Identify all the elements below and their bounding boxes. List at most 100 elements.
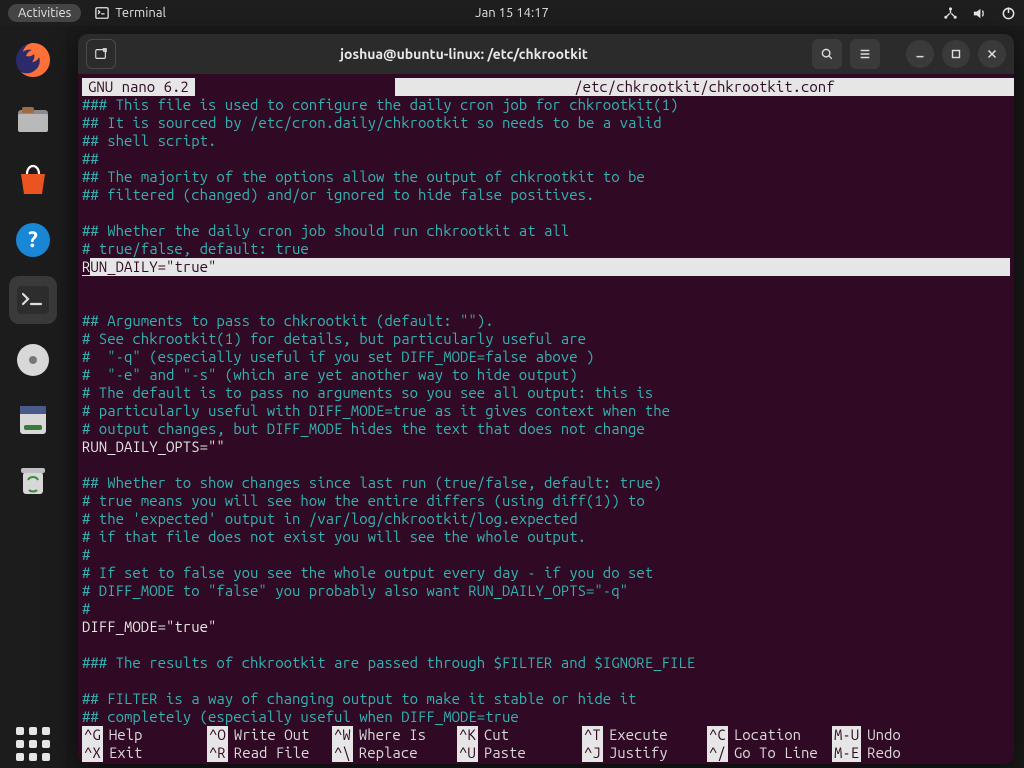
nano-line	[82, 636, 90, 653]
nano-shortcut: ^K Cut	[457, 726, 582, 744]
nano-line: ## shell script.	[82, 132, 216, 149]
dock-disks-util[interactable]	[9, 396, 57, 444]
dock-trash[interactable]	[9, 456, 57, 504]
app-indicator[interactable]: Terminal	[95, 6, 166, 20]
nano-shortcut: M-E Redo	[832, 744, 918, 762]
nano-line: ## It is sourced by /etc/cron.daily/chkr…	[82, 114, 662, 131]
close-button[interactable]	[978, 40, 1006, 68]
dock-software[interactable]	[9, 156, 57, 204]
show-applications[interactable]	[9, 720, 57, 768]
nano-line: # "-e" and "-s" (which are yet another w…	[82, 366, 578, 383]
nano-shortcut-key: ^W	[332, 726, 353, 744]
maximize-icon	[949, 47, 963, 61]
nano-shortcut: ^R Read File	[207, 744, 332, 762]
nano-shortcut-label: Redo	[867, 744, 901, 762]
nano-shortcut-label: Replace	[359, 744, 418, 762]
nano-shortcut-key: ^J	[582, 744, 603, 762]
terminal-content[interactable]: GNU nano 6.2 /etc/chkrootkit/chkrootkit.…	[78, 74, 1014, 764]
nano-shortcut: ^T Execute	[582, 726, 707, 744]
nano-line	[82, 294, 90, 311]
nano-shortcut-key: ^T	[582, 726, 603, 744]
nano-line: ## Whether the daily cron job should run…	[82, 222, 569, 239]
nano-line: ### This file is used to configure the d…	[82, 96, 678, 113]
window-title: joshua@ubuntu-linux: /etc/chkrootkit	[124, 46, 804, 62]
nano-header: GNU nano 6.2 /etc/chkrootkit/chkrootkit.…	[78, 78, 1014, 96]
nano-filepath: /etc/chkrootkit/chkrootkit.conf	[395, 78, 1014, 96]
dock-help[interactable]: ?	[9, 216, 57, 264]
nano-shortcut: ^W Where Is	[332, 726, 457, 744]
nano-shortcut-label: Location	[734, 726, 801, 744]
nano-shortcut-key: ^U	[457, 744, 478, 762]
dock-files[interactable]	[9, 96, 57, 144]
nano-line: # true/false, default: true	[82, 240, 309, 257]
nano-shortcut: ^OWrite Out	[207, 726, 332, 744]
nano-line: #	[82, 546, 90, 563]
nano-shortcut-label: Cut	[484, 726, 509, 744]
top-menubar: Activities Terminal Jan 15 14:17	[0, 0, 1024, 26]
nano-line	[82, 204, 90, 221]
search-icon	[820, 47, 834, 61]
nano-line: #	[82, 600, 90, 617]
minimize-icon	[913, 47, 927, 61]
nano-shortcut-key: ^G	[82, 726, 103, 744]
nano-shortcut: M-UUndo	[832, 726, 918, 744]
nano-shortcut-key: ^K	[457, 726, 478, 744]
nano-shortcut: ^U Paste	[457, 744, 582, 762]
nano-line: # See chkrootkit(1) for details, but par…	[82, 330, 586, 347]
dock: ?	[0, 26, 66, 768]
hamburger-button[interactable]	[850, 39, 880, 69]
power-icon[interactable]	[1001, 6, 1016, 21]
nano-line: ## filtered (changed) and/or ignored to …	[82, 186, 594, 203]
nano-cursor-line[interactable]: RUN_DAILY="true"	[82, 258, 1010, 276]
nano-shortcut: ^\ Replace	[332, 744, 457, 762]
maximize-button[interactable]	[942, 40, 970, 68]
nano-line: DIFF_MODE="true"	[82, 618, 216, 635]
dock-firefox[interactable]	[9, 36, 57, 84]
new-tab-button[interactable]	[86, 39, 116, 69]
dock-terminal[interactable]	[9, 276, 57, 324]
nano-line: ## The majority of the options allow the…	[82, 168, 645, 185]
nano-line	[82, 672, 90, 689]
nano-shortcut-key: ^/	[707, 744, 728, 762]
nano-shortcut: ^XExit	[82, 744, 207, 762]
nano-line: # DIFF_MODE to "false" you probably also…	[82, 582, 628, 599]
svg-text:?: ?	[28, 227, 38, 252]
nano-line: # The default is to pass no arguments so…	[82, 384, 653, 401]
hamburger-icon	[858, 47, 872, 61]
nano-editor-body[interactable]: ### This file is used to configure the d…	[78, 96, 1014, 726]
titlebar: joshua@ubuntu-linux: /etc/chkrootkit	[78, 34, 1014, 74]
nano-shortcut-label: Read File	[234, 744, 310, 762]
network-icon[interactable]	[943, 6, 958, 21]
nano-shortcut-key: M-E	[832, 744, 861, 762]
nano-shortcut-key: ^\	[332, 744, 353, 762]
nano-version: GNU nano 6.2	[82, 78, 195, 96]
dock-disc[interactable]	[9, 336, 57, 384]
nano-line: # output changes, but DIFF_MODE hides th…	[82, 420, 645, 437]
nano-shortcut-label: Help	[109, 726, 143, 744]
terminal-window: joshua@ubuntu-linux: /etc/chkrootkit GNU…	[78, 34, 1014, 764]
nano-shortcut-label: Write Out	[234, 726, 310, 744]
activities-button[interactable]: Activities	[8, 4, 81, 22]
app-name: Terminal	[115, 6, 166, 20]
nano-line: # the 'expected' output in /var/log/chkr…	[82, 510, 578, 527]
nano-line: ## completely (especially useful when DI…	[82, 708, 519, 725]
search-button[interactable]	[812, 39, 842, 69]
nano-shortcut-label: Exit	[109, 744, 143, 762]
nano-shortcut-label: Execute	[609, 726, 668, 744]
nano-line: ### The results of chkrootkit are passed…	[82, 654, 695, 671]
nano-shortcut-key: ^R	[207, 744, 228, 762]
nano-line: RUN_DAILY_OPTS=""	[82, 438, 225, 455]
volume-icon[interactable]	[972, 6, 987, 21]
minimize-button[interactable]	[906, 40, 934, 68]
nano-shortcut-label: Justify	[609, 744, 668, 762]
nano-line: # "-q" (especially useful if you set DIF…	[82, 348, 594, 365]
clock[interactable]: Jan 15 14:17	[475, 6, 549, 20]
nano-line: # If set to false you see the whole outp…	[82, 564, 653, 581]
nano-line: ## Arguments to pass to chkrootkit (defa…	[82, 312, 494, 329]
nano-line: ## Whether to show changes since last ru…	[82, 474, 662, 491]
nano-shortcut-label: Go To Line	[734, 744, 818, 762]
nano-shortcut-label: Where Is	[359, 726, 426, 744]
nano-shortcut-label: Paste	[484, 744, 526, 762]
nano-line	[82, 456, 90, 473]
nano-line: # if that file does not exist you will s…	[82, 528, 586, 545]
